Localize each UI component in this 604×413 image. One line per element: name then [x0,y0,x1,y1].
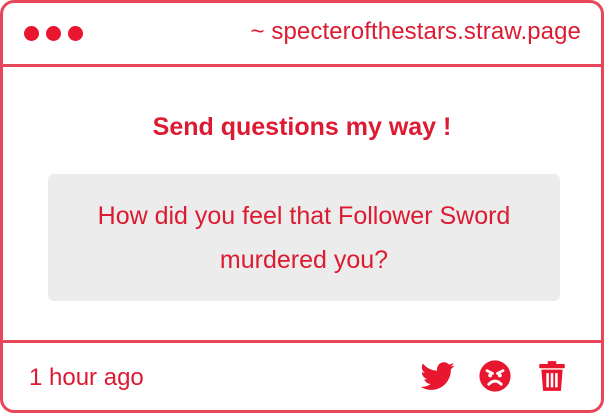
window-dot-2 [46,26,61,41]
page-heading: Send questions my way ! [152,113,452,141]
window-controls [24,26,83,41]
question-box: How did you feel that Follower Sword mur… [48,174,560,301]
question-text: How did you feel that Follower Sword mur… [97,201,511,274]
window-dot-3 [68,26,83,41]
twitter-icon[interactable] [421,359,455,393]
timestamp: 1 hour ago [29,364,144,391]
question-card: ~ specterofthestars.straw.page Send ques… [0,0,604,413]
trash-icon[interactable] [535,359,569,393]
header-divider [3,64,601,67]
footer-divider [3,340,601,343]
angry-face-icon[interactable] [478,359,512,393]
footer-actions [421,359,569,393]
page-url[interactable]: ~ specterofthestars.straw.page [250,18,581,46]
window-titlebar: ~ specterofthestars.straw.page [3,3,601,65]
window-dot-1 [24,26,39,41]
